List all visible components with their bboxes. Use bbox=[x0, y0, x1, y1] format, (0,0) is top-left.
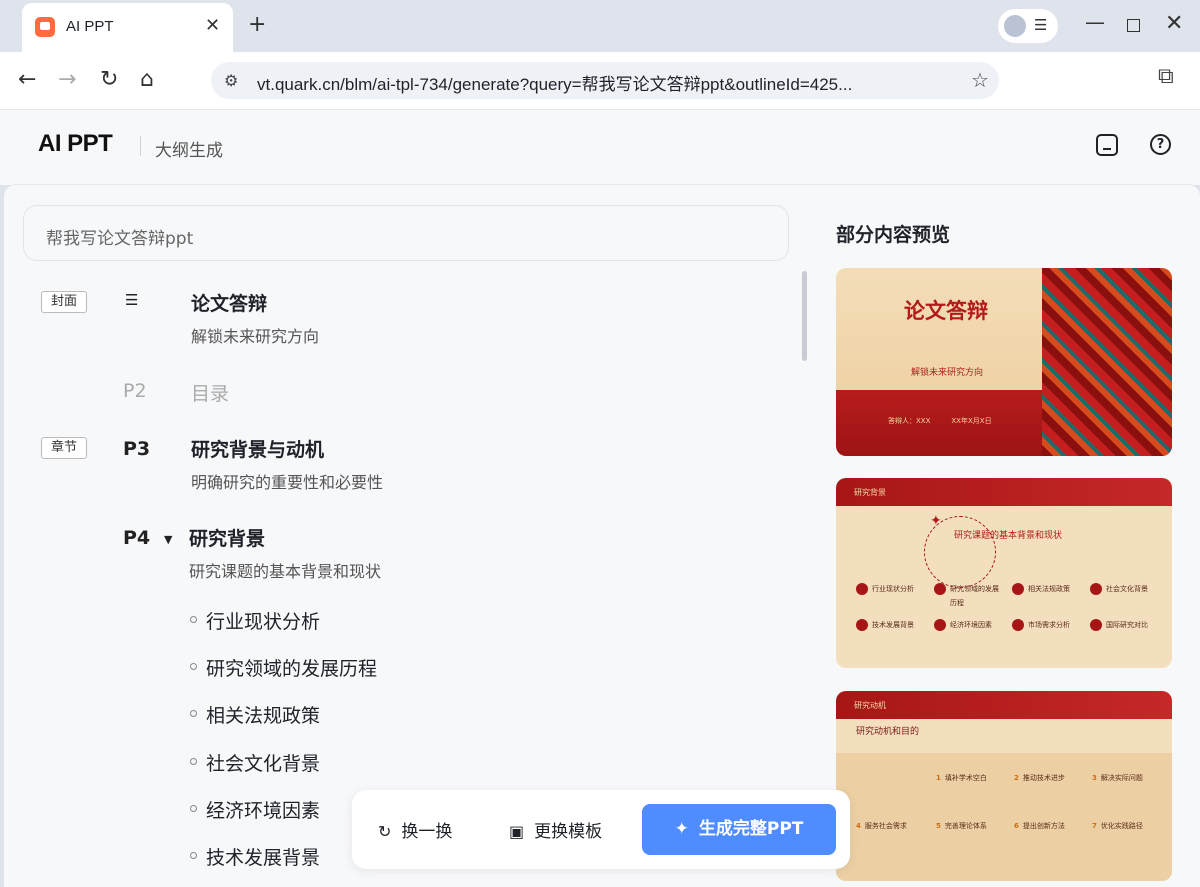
app-home-icon[interactable] bbox=[1096, 134, 1118, 156]
bullet-icon bbox=[190, 758, 197, 765]
action-bar: ↻ 换一换 ▣ 更换模板 ✦ 生成完整PPT bbox=[352, 790, 850, 869]
tab-favicon-icon bbox=[35, 17, 55, 37]
refresh-icon: ↻ bbox=[378, 822, 392, 841]
browser-tabbar: AI PPT ✕ + ☰ — ✕ bbox=[0, 0, 1200, 52]
bullet-icon bbox=[190, 663, 197, 670]
list-item[interactable]: 相关法规政策 bbox=[206, 701, 320, 728]
back-icon[interactable]: ← bbox=[18, 67, 36, 93]
cover-list-icon: ☰ bbox=[125, 291, 139, 309]
slide3-item: 1 填补学术空白 bbox=[936, 774, 987, 782]
slide2-item: 行业现状分析 bbox=[856, 582, 926, 598]
bullet-icon bbox=[190, 710, 197, 717]
list-item[interactable]: 行业现状分析 bbox=[206, 607, 320, 634]
tab-title: AI PPT bbox=[66, 18, 114, 35]
slide1-title: 论文答辩 bbox=[904, 299, 988, 323]
slide2-header bbox=[836, 478, 1172, 506]
window-close-icon[interactable]: ✕ bbox=[1165, 11, 1183, 36]
refresh-label: 换一换 bbox=[401, 822, 453, 842]
p3-subtitle[interactable]: 明确研究的重要性和必要性 bbox=[191, 469, 383, 493]
chapter-badge: 章节 bbox=[41, 437, 87, 459]
slide3-item: 5 完善理论体系 bbox=[936, 822, 987, 830]
p3-title[interactable]: 研究背景与动机 bbox=[191, 435, 324, 462]
p4-title[interactable]: 研究背景 bbox=[189, 524, 265, 551]
slide-preview-background[interactable]: 研究背景 ✦ 研究课题的基本背景和现状 行业现状分析 研究领域的发展历程 相关法… bbox=[836, 478, 1172, 668]
slide3-tag: 研究动机 bbox=[854, 701, 886, 710]
slide2-tag: 研究背景 bbox=[854, 488, 886, 497]
bullet-icon bbox=[190, 616, 197, 623]
sparkle-icon: ✦ bbox=[674, 819, 689, 839]
browser-tab-ai-ppt[interactable]: AI PPT ✕ bbox=[22, 3, 233, 52]
slide1-info: 答辩人：XXX XX年X月X日 bbox=[888, 417, 992, 425]
query-input[interactable]: 帮我写论文答辩ppt bbox=[23, 205, 789, 261]
p3-page-number: P3 bbox=[123, 438, 151, 460]
generate-label: 生成完整PPT bbox=[698, 819, 804, 839]
refresh-button[interactable]: ↻ 换一换 bbox=[378, 817, 452, 842]
slide3-item: 7 优化实践路径 bbox=[1092, 822, 1143, 830]
app-header: AI PPT 大纲生成 ? bbox=[0, 110, 1200, 185]
avatar bbox=[1004, 15, 1026, 37]
list-item[interactable]: 社会文化背景 bbox=[206, 749, 320, 776]
slide-preview-motivation[interactable]: 研究动机 研究动机和目的 1 填补学术空白 2 推动技术进步 3 解决实际问题 4 服务… bbox=[836, 691, 1172, 881]
slide2-item: 研究领域的发展历程 bbox=[934, 582, 1004, 607]
cover-badge: 封面 bbox=[41, 291, 87, 313]
minimize-icon[interactable]: — bbox=[1085, 10, 1105, 34]
generate-ppt-button[interactable]: ✦ 生成完整PPT bbox=[642, 804, 836, 855]
change-template-button[interactable]: ▣ 更换模板 bbox=[509, 817, 602, 842]
slide3-item: 3 解决实际问题 bbox=[1092, 774, 1143, 782]
slide1-subtitle: 解锁未来研究方向 bbox=[911, 368, 984, 378]
extensions-icon[interactable]: ⧉ bbox=[1158, 64, 1174, 89]
app-logo[interactable]: AI PPT bbox=[38, 130, 113, 158]
p2-page-number: P2 bbox=[123, 380, 147, 402]
slide2-item: 技术发展背景 bbox=[856, 618, 926, 634]
slide-pattern bbox=[1042, 268, 1172, 456]
bullet-icon bbox=[190, 852, 197, 859]
slide2-heading: 研究课题的基本背景和现状 bbox=[954, 531, 1063, 541]
url-text[interactable]: vt.quark.cn/blm/ai-tpl-734/generate?quer… bbox=[257, 70, 917, 95]
slide2-item: 社会文化背景 bbox=[1090, 582, 1160, 598]
slide3-heading: 研究动机和目的 bbox=[856, 727, 920, 737]
slide-preview-cover[interactable]: 论文答辩 解锁未来研究方向 答辩人：XXX XX年X月X日 bbox=[836, 268, 1172, 456]
preview-title: 部分内容预览 bbox=[836, 224, 951, 246]
p2-title[interactable]: 目录 bbox=[191, 379, 229, 406]
change-template-label: 更换模板 bbox=[534, 822, 603, 842]
help-icon[interactable]: ? bbox=[1150, 134, 1171, 155]
list-item[interactable]: 经济环境因素 bbox=[206, 796, 320, 823]
cover-title[interactable]: 论文答辩 bbox=[191, 289, 267, 316]
address-bar[interactable]: ⚙ vt.quark.cn/blm/ai-tpl-734/generate?qu… bbox=[211, 62, 999, 99]
p4-subtitle[interactable]: 研究课题的基本背景和现状 bbox=[189, 558, 381, 582]
list-item[interactable]: 研究领域的发展历程 bbox=[206, 654, 377, 681]
forward-icon[interactable]: → bbox=[58, 67, 76, 93]
p4-page-number: P4 bbox=[123, 527, 151, 549]
sparkle-icon: ✦ bbox=[930, 513, 942, 529]
new-tab-button[interactable]: + bbox=[248, 12, 266, 38]
slide3-item: 6 提出创新方法 bbox=[1014, 822, 1065, 830]
collapse-caret-icon[interactable]: ▼ bbox=[164, 533, 172, 546]
site-settings-icon[interactable]: ⚙ bbox=[224, 71, 238, 90]
menu-icon: ☰ bbox=[1034, 16, 1048, 34]
slide3-header bbox=[836, 691, 1172, 719]
list-item[interactable]: 技术发展背景 bbox=[206, 843, 320, 870]
slide2-item: 经济环境因素 bbox=[934, 618, 1004, 634]
image-icon: ▣ bbox=[509, 822, 525, 841]
profile-button[interactable]: ☰ bbox=[998, 9, 1058, 43]
home-icon[interactable]: ⌂ bbox=[140, 67, 154, 93]
slide2-item: 市场需求分析 bbox=[1012, 618, 1082, 634]
reload-icon[interactable]: ↻ bbox=[100, 67, 118, 93]
query-text[interactable]: 帮我写论文答辩ppt bbox=[46, 224, 193, 249]
bullet-icon bbox=[190, 805, 197, 812]
page-title: 大纲生成 bbox=[155, 141, 223, 161]
slide3-item: 2 推动技术进步 bbox=[1014, 774, 1065, 782]
close-tab-icon[interactable]: ✕ bbox=[205, 14, 220, 38]
header-divider bbox=[140, 136, 141, 156]
bookmark-star-icon[interactable]: ☆ bbox=[971, 68, 989, 92]
slide3-item: 4 服务社会需求 bbox=[856, 822, 907, 830]
slide2-item: 国际研究对比 bbox=[1090, 618, 1160, 634]
slide2-item: 相关法规政策 bbox=[1012, 582, 1082, 598]
cover-subtitle[interactable]: 解锁未来研究方向 bbox=[191, 323, 319, 347]
browser-toolbar: ← → ↻ ⌂ ⚙ vt.quark.cn/blm/ai-tpl-734/gen… bbox=[0, 52, 1200, 110]
main-panel: 帮我写论文答辩ppt 封面 ☰ 论文答辩 解锁未来研究方向 P2 目录 章节 P… bbox=[4, 184, 1200, 887]
maximize-icon[interactable] bbox=[1127, 19, 1140, 32]
